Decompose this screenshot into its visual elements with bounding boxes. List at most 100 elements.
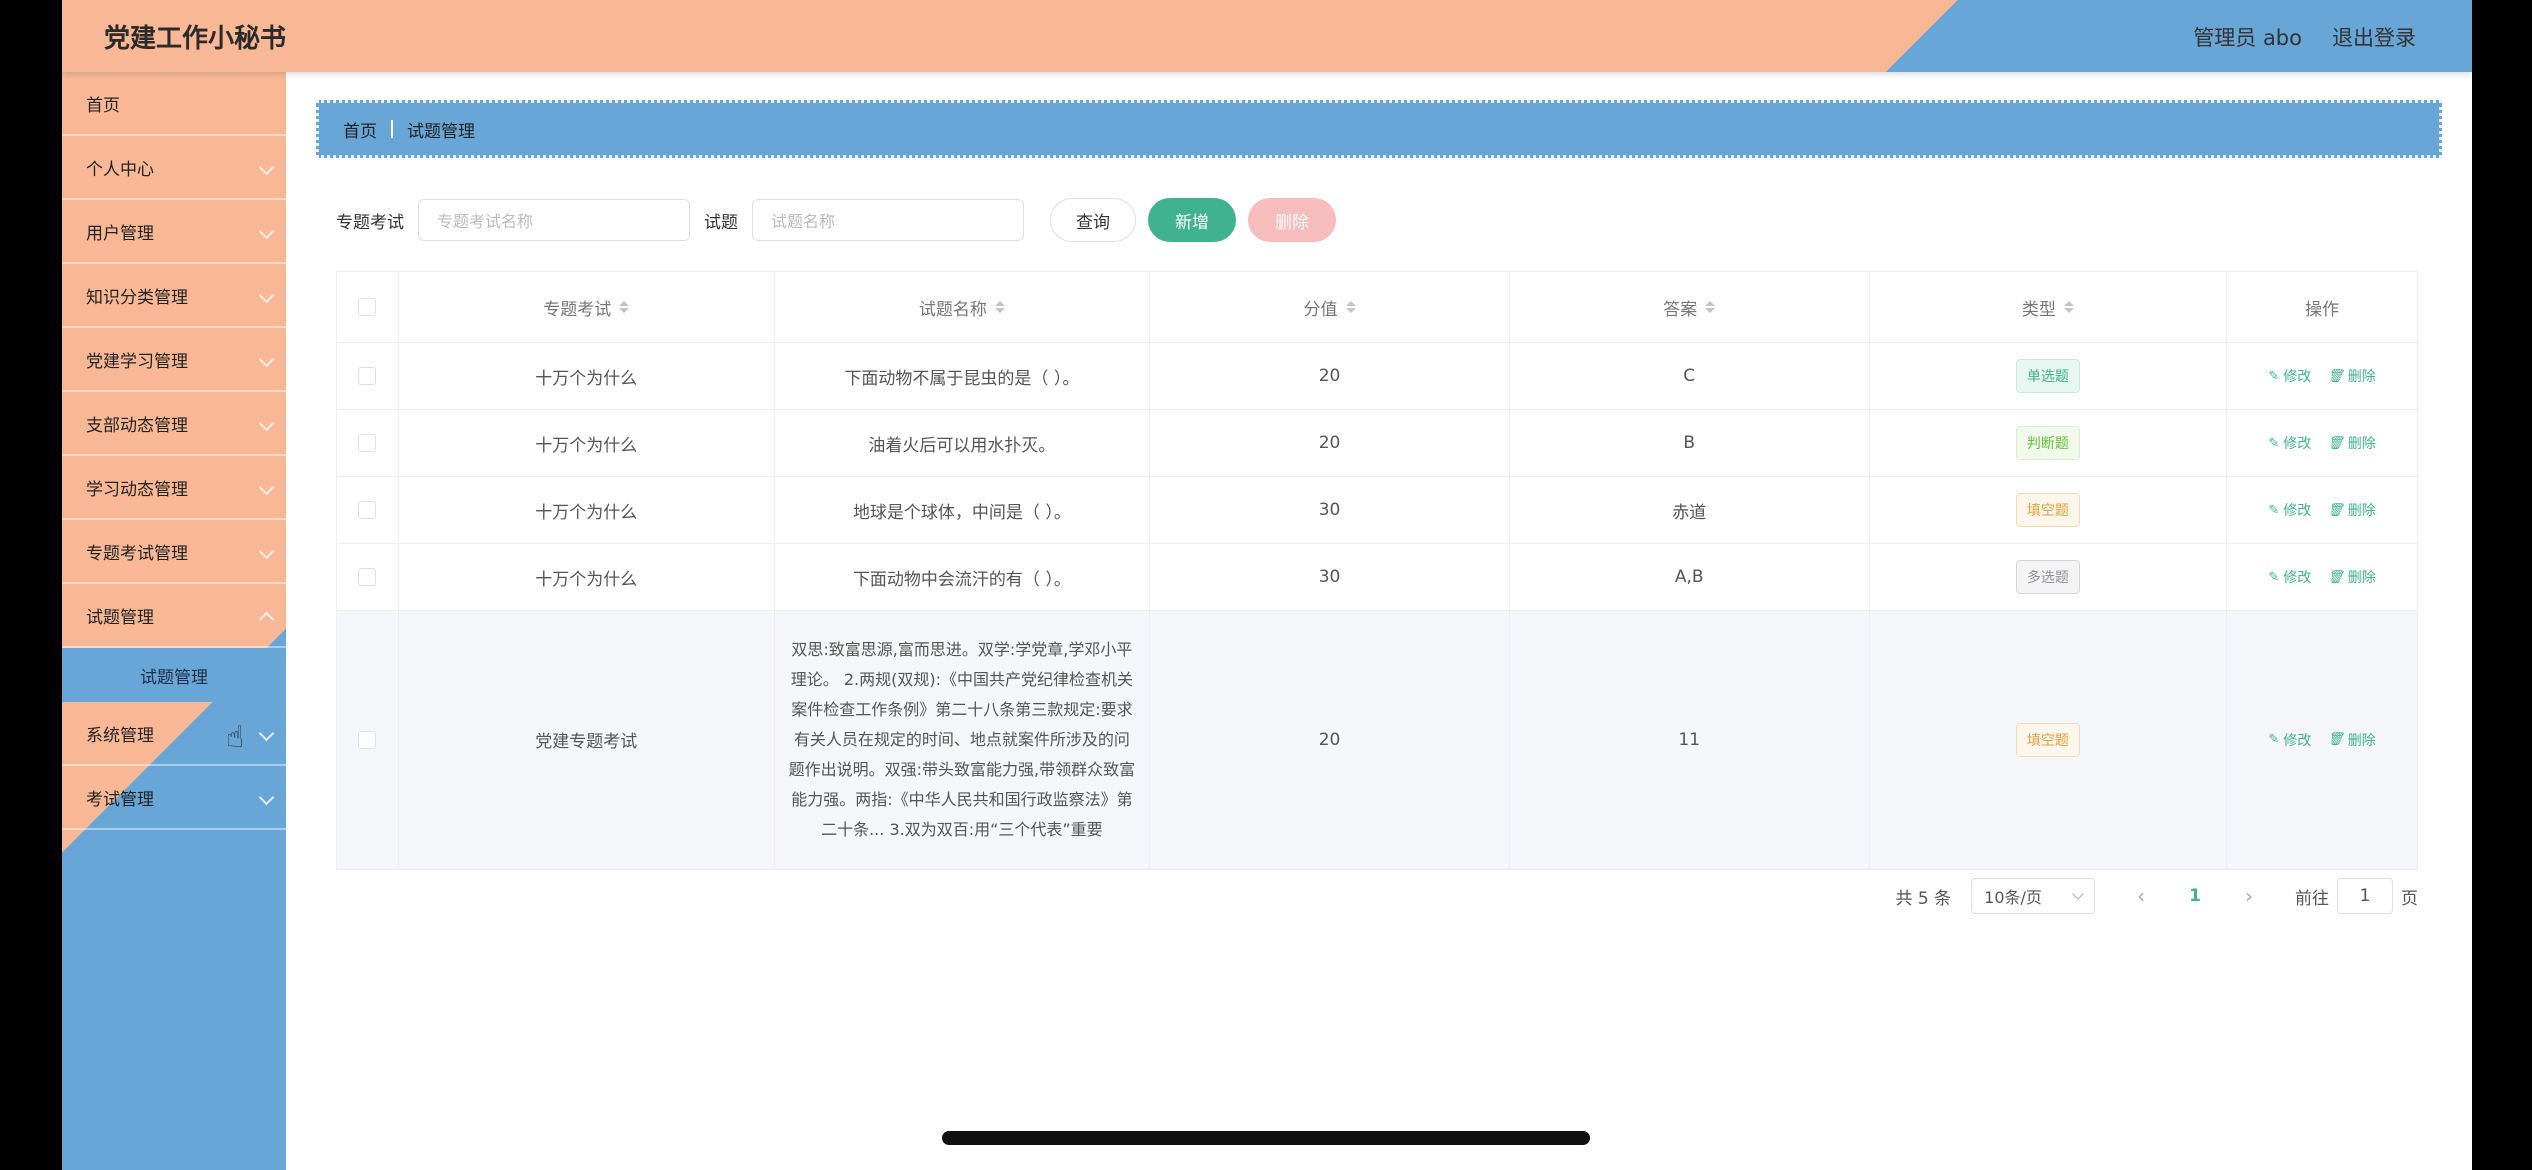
page-size-select[interactable]: 10条/页 (1971, 878, 2096, 914)
sidebar-item-users[interactable]: 用户管理 (62, 200, 286, 264)
sidebar-item-study-news[interactable]: 学习动态管理 (62, 456, 286, 520)
edit-link[interactable]: ✎ 修改 (2268, 433, 2311, 453)
edit-icon: ✎ (2268, 732, 2280, 747)
edit-link[interactable]: ✎ 修改 (2268, 366, 2311, 386)
trash-icon: 🗑 (2327, 732, 2344, 747)
cell-score: 30 (1150, 477, 1510, 543)
sidebar-item-profile[interactable]: 个人中心 (62, 136, 286, 200)
sidebar-item-branch[interactable]: 支部动态管理 (62, 392, 286, 456)
chevron-down-icon (258, 543, 275, 560)
cell-score: 20 (1150, 410, 1510, 476)
row-checkbox[interactable] (358, 367, 377, 385)
hand-cursor-icon: ☝ (226, 720, 245, 755)
exam-name-input[interactable]: 专题考试名称 (418, 199, 690, 241)
delete-link[interactable]: 🗑 删除 (2327, 500, 2376, 520)
row-checkbox[interactable] (358, 568, 377, 586)
goto-page-input[interactable]: 1 (2337, 878, 2393, 914)
column-header-score[interactable]: 分值 (1150, 272, 1510, 342)
pagination: 共 5 条 10条/页 ‹ 1 › 前往 1 页 (1896, 878, 2418, 914)
current-user[interactable]: 管理员 abo (2193, 22, 2302, 52)
row-checkbox[interactable] (358, 501, 377, 519)
sidebar-item-knowledge[interactable]: 知识分类管理 (62, 264, 286, 328)
column-header-actions: 操作 (2305, 299, 2340, 320)
edit-icon: ✎ (2268, 435, 2280, 451)
breadcrumb-home[interactable]: 首页 (343, 117, 377, 142)
sort-icon[interactable] (1705, 301, 1716, 313)
row-checkbox[interactable] (358, 434, 377, 452)
cell-exam: 十万个为什么 (399, 343, 775, 409)
page-number-current[interactable]: 1 (2189, 886, 2201, 906)
cell-answer: C (1510, 343, 1870, 409)
table-row: 十万个为什么 下面动物中会流汗的有（ ）。 30 A,B 多选题 ✎ 修改 🗑 删除 (337, 544, 2417, 611)
sidebar-item-system[interactable]: 系统管理 (62, 702, 286, 766)
questions-table: 专题考试 试题名称 分值 答案 类型 操作 十万个为什么 下面动物不属于昆虫的是… (336, 271, 2418, 870)
sidebar-item-home[interactable]: 首页 (62, 72, 286, 136)
prev-page-button[interactable]: ‹ (2137, 884, 2145, 908)
chevron-down-icon (258, 287, 275, 304)
edit-link[interactable]: ✎ 修改 (2268, 567, 2311, 587)
next-page-button[interactable]: › (2245, 884, 2253, 908)
chevron-down-icon (258, 159, 275, 176)
edit-icon: ✎ (2268, 368, 2280, 384)
exam-filter-label: 专题考试 (336, 212, 404, 233)
sidebar-subitem-questions[interactable]: 试题管理 (62, 648, 286, 702)
chevron-down-icon (258, 415, 275, 432)
select-all-checkbox[interactable] (358, 298, 377, 316)
column-header-exam[interactable]: 专题考试 (399, 272, 775, 342)
table-row: 十万个为什么 油着火后可以用水扑灭。 20 B 判断题 ✎ 修改 🗑 删除 (337, 410, 2417, 477)
row-checkbox[interactable] (358, 730, 377, 749)
edit-link[interactable]: ✎ 修改 (2268, 500, 2311, 520)
app-window: 党建工作小秘书 管理员 abo 退出登录 首页 个人中心 用户管理 知识分类管理… (62, 0, 2472, 1170)
cell-exam: 党建专题考试 (399, 611, 775, 868)
table-row: 党建专题考试 双思:致富思源,富而思进。双学:学党章,学邓小平理论。 2.两规(… (337, 611, 2417, 869)
cell-score: 20 (1150, 343, 1510, 409)
chevron-down-icon (258, 725, 275, 742)
question-filter-label: 试题 (704, 212, 738, 233)
top-header: 党建工作小秘书 管理员 abo 退出登录 (62, 0, 2472, 72)
delete-link[interactable]: 🗑 删除 (2327, 433, 2376, 453)
column-header-question[interactable]: 试题名称 (775, 272, 1151, 342)
total-count: 共 5 条 (1895, 888, 1952, 909)
cell-score: 20 (1150, 611, 1510, 868)
cell-question: 双思:致富思源,富而思进。双学:学党章,学邓小平理论。 2.两规(双规):《中国… (788, 639, 1136, 839)
cell-question: 地球是个球体，中间是（ ）。 (775, 477, 1151, 543)
cell-question: 油着火后可以用水扑灭。 (775, 410, 1151, 476)
delete-link[interactable]: 🗑 删除 (2327, 366, 2376, 386)
filter-bar: 专题考试 专题考试名称 试题 试题名称 查询 新增 删除 (336, 198, 1336, 242)
cell-answer: 赤道 (1510, 477, 1870, 543)
sidebar: 首页 个人中心 用户管理 知识分类管理 党建学习管理 支部动态管理 学习动态管理… (62, 72, 286, 1170)
query-button[interactable]: 查询 (1050, 198, 1136, 242)
cell-score: 30 (1150, 544, 1510, 610)
chevron-down-icon (258, 479, 275, 496)
delete-link[interactable]: 🗑 删除 (2327, 730, 2376, 750)
breadcrumb-separator (391, 120, 393, 138)
chevron-up-icon (258, 611, 275, 628)
logout-link[interactable]: 退出登录 (2332, 22, 2416, 52)
chevron-down-icon (2072, 888, 2084, 900)
question-name-input[interactable]: 试题名称 (752, 199, 1024, 241)
edit-link[interactable]: ✎ 修改 (2268, 730, 2311, 750)
app-title: 党建工作小秘书 (104, 24, 287, 54)
cell-answer: B (1510, 410, 1870, 476)
sidebar-item-exam-admin[interactable]: 考试管理 (62, 766, 286, 830)
sort-icon[interactable] (2063, 301, 2074, 313)
sort-icon[interactable] (994, 301, 1005, 313)
table-row: 十万个为什么 下面动物不属于昆虫的是（ ）。 20 C 单选题 ✎ 修改 🗑 删除 (337, 343, 2417, 410)
sidebar-item-questions[interactable]: 试题管理 (62, 584, 286, 648)
delete-button[interactable]: 删除 (1248, 198, 1336, 242)
cell-question: 下面动物不属于昆虫的是（ ）。 (775, 343, 1151, 409)
delete-link[interactable]: 🗑 删除 (2327, 567, 2376, 587)
type-tag: 填空题 (2015, 493, 2080, 527)
sort-icon[interactable] (1345, 301, 1356, 313)
add-button[interactable]: 新增 (1148, 198, 1236, 242)
column-header-type[interactable]: 类型 (1870, 272, 2228, 342)
column-header-answer[interactable]: 答案 (1510, 272, 1870, 342)
sidebar-item-exams[interactable]: 专题考试管理 (62, 520, 286, 584)
type-tag: 填空题 (2015, 722, 2080, 757)
sidebar-item-study[interactable]: 党建学习管理 (62, 328, 286, 392)
chevron-down-icon (258, 223, 275, 240)
breadcrumb: 首页 试题管理 (316, 100, 2442, 158)
main-content: 首页 试题管理 专题考试 专题考试名称 试题 试题名称 查询 新增 删除 专题考… (286, 72, 2472, 1170)
sort-icon[interactable] (619, 301, 630, 313)
cell-question: 下面动物中会流汗的有（ ）。 (775, 544, 1151, 610)
